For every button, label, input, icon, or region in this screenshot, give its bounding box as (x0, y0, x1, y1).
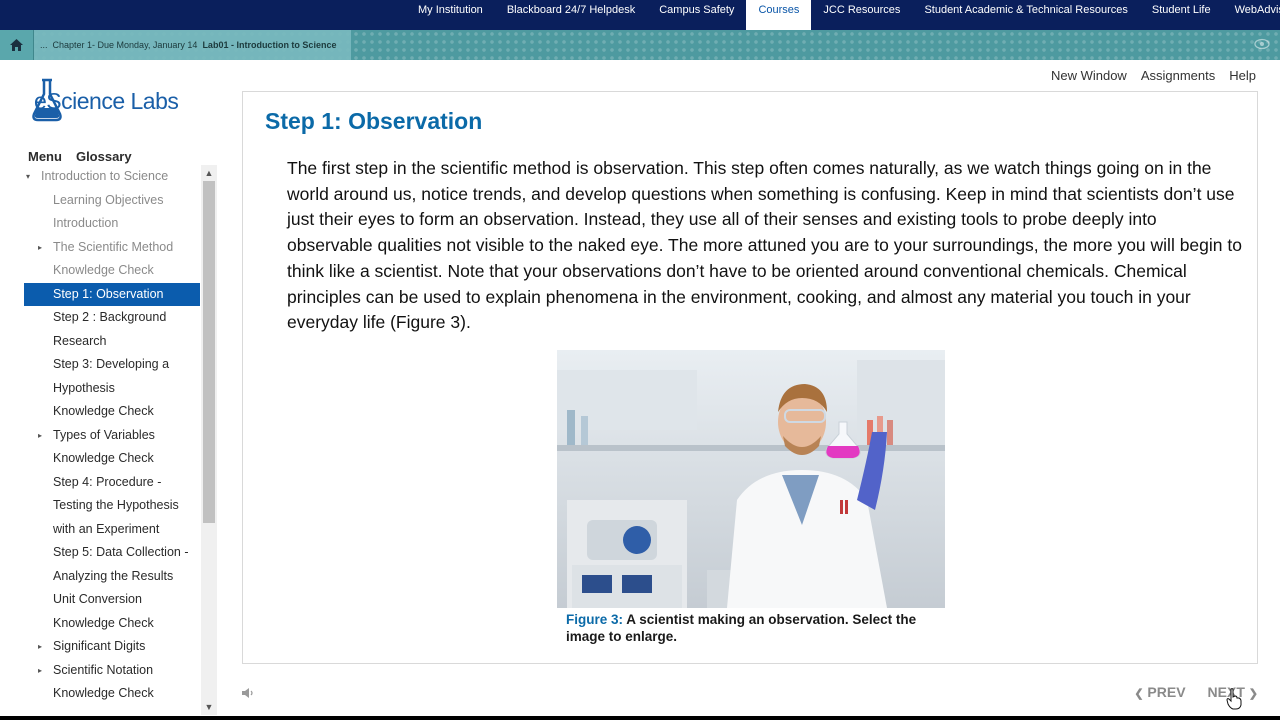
top-nav-tabs: My Institution Blackboard 24/7 Helpdesk Ca… (406, 0, 1280, 30)
sidebar-item[interactable]: ▸ Significant Digits (24, 635, 200, 659)
sidebar-menu: ▾ Introduction to Science Learning Objecti… (24, 165, 200, 715)
sidebar-scrollbar[interactable]: ▲ ▼ (201, 165, 217, 715)
sidebar-item-label: Step 5: Data Collection - Analyzing the … (53, 545, 189, 583)
sidebar-item-label: Knowledge Check (53, 263, 154, 277)
top-nav-bar: My Institution Blackboard 24/7 Helpdesk Ca… (0, 0, 1280, 30)
sidebar-item-label: Learning Objectives (53, 192, 164, 207)
glossary-tab[interactable]: Glossary (76, 149, 132, 164)
sidebar-item[interactable]: Knowledge Check (24, 612, 200, 636)
expand-right-icon[interactable]: ▸ (38, 635, 42, 659)
breadcrumb-ellipsis[interactable]: ... (40, 40, 48, 50)
assignments-link[interactable]: Assignments (1141, 68, 1215, 83)
nav-tab-jcc-resources[interactable]: JCC Resources (811, 0, 912, 30)
sidebar-item-label: Introduction to Science (41, 169, 169, 183)
escience-labs-logo: eScience Labs (30, 78, 210, 126)
sidebar-item-label: Types of Variables (53, 427, 155, 442)
sidebar-item[interactable]: Knowledge Check (24, 400, 200, 424)
breadcrumb-chapter[interactable]: Chapter 1- Due Monday, January 14 (53, 40, 198, 50)
breadcrumb-current: Lab01 - Introduction to Science (202, 40, 337, 50)
figure-label: Figure 3: (566, 612, 624, 627)
menu-tab[interactable]: Menu (28, 149, 62, 164)
sidebar-item-label: Knowledge Check (53, 686, 154, 700)
prev-button[interactable]: ❮ PREV (1134, 684, 1185, 700)
nav-tab-blackboard-24-7-helpdesk[interactable]: Blackboard 24/7 Helpdesk (495, 0, 647, 30)
sidebar-item[interactable]: Step 4: Procedure - Testing the Hypothes… (24, 471, 200, 542)
speaker-icon[interactable] (241, 686, 255, 700)
breadcrumb: ... Chapter 1- Due Monday, January 14 La… (34, 30, 352, 60)
chevron-left-icon: ❮ (1134, 688, 1144, 700)
scroll-up-icon[interactable]: ▲ (201, 165, 217, 181)
sidebar-item[interactable]: Knowledge Check (24, 682, 200, 706)
sidebar-item-label: Scientific Notation (53, 662, 154, 677)
lab-scientist-illustration (557, 350, 945, 608)
chevron-right-icon: ❯ (1248, 688, 1258, 700)
sidebar-item[interactable]: Knowledge Check (24, 259, 200, 283)
sidebar-item-label: Knowledge Check (53, 451, 154, 465)
sidebar-item-label: The Scientific Method (53, 239, 174, 254)
nav-tab-webadvisor[interactable]: WebAdvisor (1223, 0, 1280, 30)
breadcrumb-bar: ... Chapter 1- Due Monday, January 14 La… (0, 30, 1280, 60)
nav-tab-campus-safety[interactable]: Campus Safety (647, 0, 746, 30)
nav-tab-student-life[interactable]: Student Life (1140, 0, 1223, 30)
sidebar-item[interactable]: Learning Objectives (24, 189, 200, 213)
sidebar-item[interactable]: ▸ Scientific Notation (24, 659, 200, 683)
sidebar-item[interactable]: ▾ Introduction to Science (24, 165, 200, 189)
sidebar-item[interactable]: Step 2 : Background Research (24, 306, 200, 353)
expand-right-icon[interactable]: ▸ (38, 424, 42, 448)
scrollbar-thumb[interactable] (203, 181, 215, 523)
content-paragraph: The first step in the scientific method … (287, 158, 1242, 333)
sidebar-item-label: Step 1: Observation (53, 286, 164, 301)
sidebar-item-label: Knowledge Check (53, 404, 154, 418)
sidebar-item[interactable]: Introduction (24, 212, 200, 236)
expand-right-icon[interactable]: ▸ (38, 659, 42, 683)
sidebar-item-label: Step 2 : Background Research (53, 310, 167, 348)
expand-down-icon[interactable]: ▾ (26, 165, 30, 189)
home-icon (10, 39, 23, 51)
sidebar-item-label: Unit Conversion (53, 592, 142, 606)
prev-label: PREV (1147, 684, 1186, 700)
sidebar-item-label: Significant Digits (53, 639, 146, 653)
scientist-figure-image[interactable] (557, 350, 945, 608)
help-link[interactable]: Help (1229, 68, 1256, 83)
bottom-edge (0, 716, 1280, 720)
nav-tab-student-academic-technical-resources[interactable]: Student Academic & Technical Resources (912, 0, 1139, 30)
sidebar-item-label: Introduction (53, 216, 119, 230)
expand-right-icon[interactable]: ▸ (38, 236, 42, 260)
sidebar-item[interactable]: ▸ The Scientific Method (24, 236, 200, 260)
logo-text: eScience Labs (34, 88, 179, 114)
sidebar-item[interactable]: Step 3: Developing a Hypothesis (24, 353, 200, 400)
sidebar-item[interactable]: Step 5: Data Collection - Analyzing the … (24, 541, 200, 588)
hand-cursor-icon (1226, 688, 1242, 710)
nav-tab-my-institution[interactable]: My Institution (406, 0, 495, 30)
sidebar-item-label: Knowledge Check (53, 615, 154, 630)
content-panel: Step 1: Observation The first step in th… (242, 91, 1258, 664)
eye-icon[interactable] (1254, 38, 1270, 50)
sidebar-item-label: Step 4: Procedure - Testing the Hypothes… (53, 474, 179, 536)
figure-caption: Figure 3: A scientist making an observat… (566, 611, 946, 645)
page-title: Step 1: Observation (265, 108, 483, 134)
sidebar-item[interactable]: Knowledge Check (24, 447, 200, 471)
sidebar-item[interactable]: Step 1: Observation (24, 282, 200, 306)
utility-links: New Window Assignments Help (1051, 68, 1256, 83)
scroll-down-icon[interactable]: ▼ (201, 699, 217, 715)
nav-tab-courses[interactable]: Courses (746, 0, 812, 30)
new-window-link[interactable]: New Window (1051, 68, 1127, 83)
sidebar-item-label: Step 3: Developing a Hypothesis (53, 357, 170, 395)
sidebar-item[interactable]: Unit Conversion (24, 588, 200, 612)
sidebar-item[interactable]: ▸ Types of Variables (24, 424, 200, 448)
sidebar-header: Menu Glossary (28, 149, 132, 164)
home-button[interactable] (0, 30, 34, 60)
